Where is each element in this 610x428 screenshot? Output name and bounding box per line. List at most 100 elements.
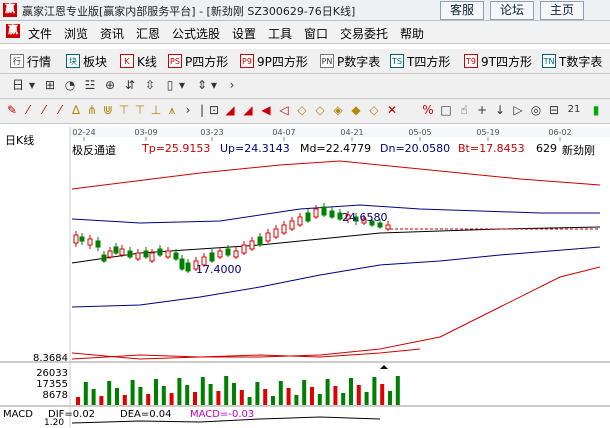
p-square-icon: PS [168,54,182,68]
volume-bar [286,388,291,405]
fib-icon-1[interactable]: ⊤ [116,102,132,118]
wedge-icon-1[interactable]: ◢ [222,102,238,118]
customer-service-button[interactable]: 客服 [440,1,484,20]
fib-icon-3[interactable]: ⊥ [148,102,164,118]
candle-body [73,234,79,244]
pen-icon[interactable]: ✎ [4,102,20,118]
menu-bar: 赢 文件 浏览 资讯 汇恩 公式选股 设置 工具 窗口 交易委托 帮助 [0,21,610,44]
delete-draw-icon[interactable]: ✕ [384,102,400,118]
p-number-table-button[interactable]: PN P数字表 [320,52,380,70]
candle-body [257,236,263,246]
box-icon[interactable]: ⊡ [206,102,222,118]
sector-label: 板块 [83,54,108,69]
candle-body [241,244,247,254]
menu-tools[interactable]: 工具 [268,25,292,42]
stock-name: 新劲刚 [562,144,595,157]
volume-bar [239,390,244,405]
line-icon-2[interactable]: ⁄ [36,102,52,118]
menu-browse[interactable]: 浏览 [64,25,88,42]
minus-box-icon[interactable]: ⊟ [546,102,562,118]
volume-tick-1: 26033 [36,368,68,379]
menu-file[interactable]: 文件 [28,25,52,42]
volume-bar [185,385,190,405]
period-dropdown-icon[interactable]: ▾ [24,77,40,93]
fork-icon[interactable]: ⋔ [84,102,100,118]
diamond-icon-3[interactable]: ◈ [330,102,346,118]
diamond-icon-1[interactable]: ◇ [294,102,310,118]
volume-bar [161,386,166,405]
menu-help[interactable]: 帮助 [400,25,424,42]
p-square-label: P四方形 [185,54,229,69]
candle-body [185,262,191,272]
app-logo-icon: 赢 [3,3,17,17]
volume-bar [76,397,80,405]
candle-body [233,250,239,258]
homepage-button[interactable]: 主页 [540,1,584,20]
line-icon-3[interactable]: ⁄ [52,102,68,118]
down-arrow-icon[interactable]: ↓ [492,102,508,118]
arrow-left-icon[interactable]: ◀ [258,102,274,118]
add-icon[interactable]: ⊕ [102,77,118,93]
menu-gann[interactable]: 汇恩 [136,25,160,42]
quotes-label: 行情 [27,54,52,69]
low-price-annotation: 17.4000 [196,263,242,276]
sort-icon[interactable]: ⇵ [122,77,138,93]
diamond-icon-2[interactable]: ◇ [312,102,328,118]
more-icon[interactable]: › [224,77,240,93]
menu-trade[interactable]: 交易委托 [340,25,388,42]
menu-news[interactable]: 资讯 [100,25,124,42]
crosshair-icon[interactable]: + [474,102,490,118]
play-icon[interactable]: ▷ [510,102,526,118]
percent-icon[interactable]: % [420,102,436,118]
arc-icon[interactable]: ⋓ [100,102,116,118]
hand-pointer-icon[interactable]: ☝ [456,102,472,118]
grid-icon[interactable]: ⊞ [42,77,58,93]
rect-icon[interactable]: □ [438,102,454,118]
pie-icon[interactable]: ◔ [62,77,78,93]
drawing-toolbar: ✎ ⁄ ⁄ ⁄ ∆ ⋔ ⋓ ⊤ ⊤ ⊥ ⩚ › | ⊡ ◢ ◢ ◀ ◁ ◇ ◇ … [0,99,610,124]
diamond-icon-5[interactable]: ◇ [366,102,382,118]
9t-square-label: 9T四方形 [481,54,532,69]
list-icon[interactable]: ☳ [82,77,98,93]
fib-icon-2[interactable]: ⊤ [132,102,148,118]
forum-button[interactable]: 论坛 [490,1,534,20]
target-icon[interactable]: ◎ [528,102,544,118]
quotes-button[interactable]: 行 行情 [10,52,51,70]
sector-button[interactable]: 块 板块 [66,52,107,70]
wedge-icon-2[interactable]: ◢ [240,102,256,118]
vertical-scale-dropdown-icon[interactable]: ▾ [206,77,222,93]
p-square-button[interactable]: PS P四方形 [168,52,228,70]
main-toolbar: 行 行情 块 板块 K K线 PS P四方形 P9 9P四方形 PN P数字表 … [0,49,610,74]
candle-body [179,258,185,270]
kline-chart[interactable]: 02-24 03-09 03-23 04-07 04-21 05-05 05-19 06-02… [0,127,610,427]
volume-icon[interactable]: ▮ [588,102,604,118]
scale-icon[interactable]: ⇳ [142,77,158,93]
menu-formula-screener[interactable]: 公式选股 [172,25,220,42]
period-label: 日K线 [5,134,35,147]
9t-square-button[interactable]: T9 9T四方形 [464,52,532,70]
menu-settings[interactable]: 设置 [232,25,256,42]
9p-square-button[interactable]: P9 9P四方形 [240,52,308,70]
fan-icon[interactable]: ⩚ [164,102,180,118]
volume-bar [208,384,213,405]
t-square-button[interactable]: TS T四方形 [390,52,450,70]
9p-square-icon: P9 [240,54,254,68]
bar-dropdown-icon[interactable]: ▾ [174,77,190,93]
volume-bar [224,376,229,405]
arrow-left-outline-icon[interactable]: ◁ [276,102,292,118]
volume-bar [177,378,182,405]
diamond-icon-4[interactable]: ◆ [348,102,364,118]
volume-tick-2: 17355 [36,379,68,390]
t-number-table-button[interactable]: TN T数字表 [542,52,602,70]
triangle-icon[interactable]: ∆ [68,102,84,118]
bt-value: Bt=17.8453 [458,142,525,155]
volume-bar [388,391,392,405]
candle-body [95,240,101,248]
kline-button[interactable]: K K线 [120,52,157,70]
calendar-icon[interactable]: 21 [566,102,582,118]
menu-window[interactable]: 窗口 [304,25,328,42]
menu-logo-icon: 赢 [6,24,20,38]
line-icon-1[interactable]: ⁄ [20,102,36,118]
macd-label: MACD [3,409,33,420]
dea-value: DEA=0.04 [120,409,172,420]
